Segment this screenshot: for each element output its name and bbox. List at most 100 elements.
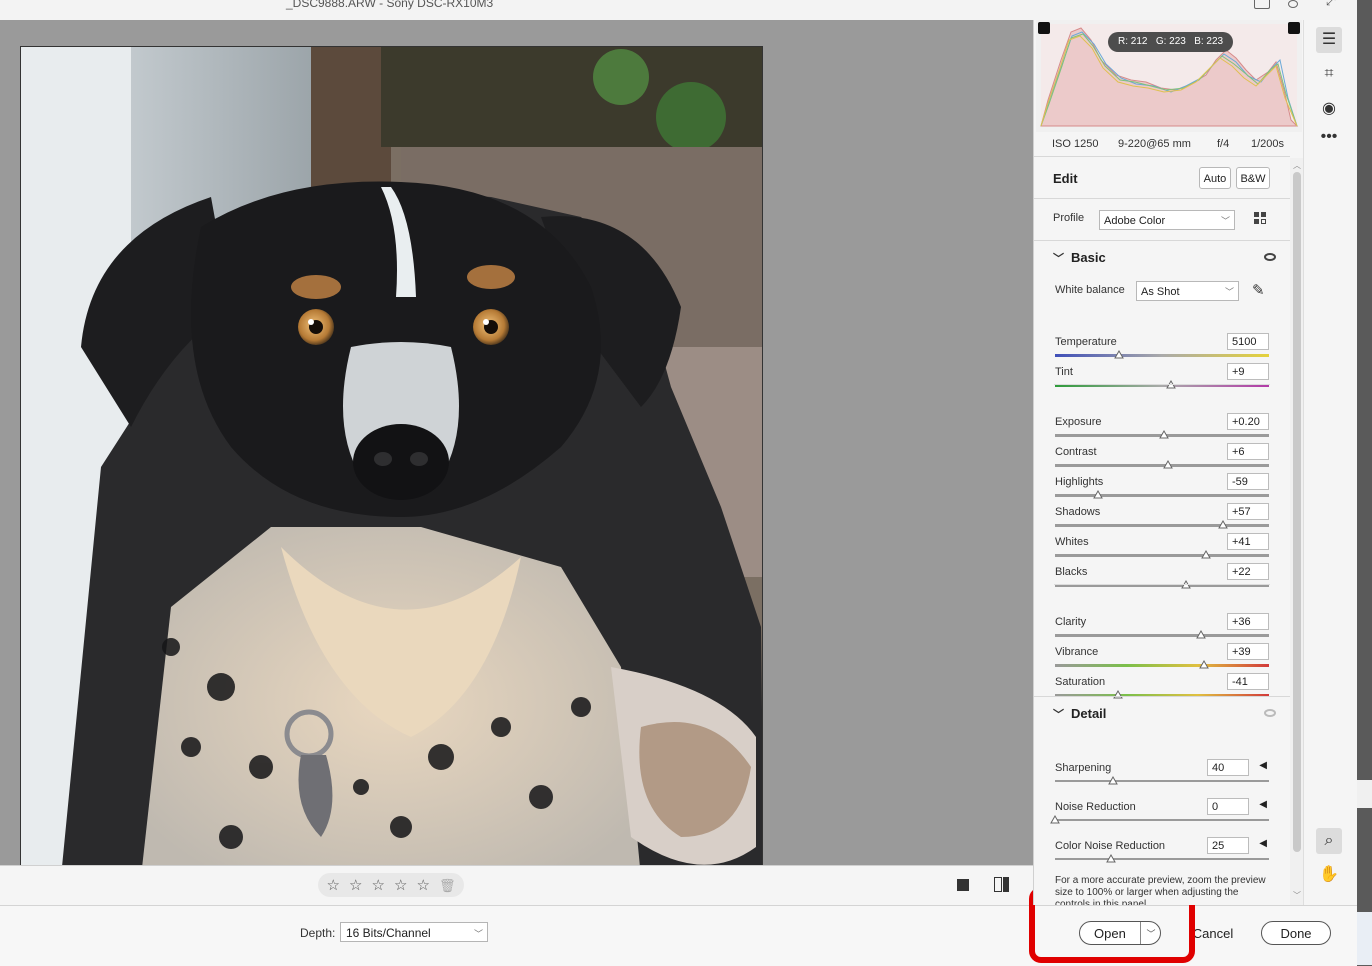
compare-view-icon[interactable]: [994, 877, 1010, 892]
crop-icon[interactable]: ⌗: [1316, 61, 1342, 87]
slider-thumb[interactable]: [1159, 430, 1169, 439]
slider-track[interactable]: [1055, 634, 1269, 637]
slider-track[interactable]: [1055, 858, 1269, 860]
slider-thumb[interactable]: [1114, 350, 1125, 359]
expand-triangle-icon[interactable]: ◀: [1259, 838, 1267, 849]
slider-highlights[interactable]: Highlights -59: [1055, 473, 1269, 506]
single-view-icon[interactable]: [957, 879, 969, 891]
save-icon[interactable]: [1254, 0, 1270, 9]
slider-thumb[interactable]: [1050, 815, 1060, 824]
slider-sharpening[interactable]: Sharpening 40 ◀: [1055, 759, 1269, 792]
scroll-down-icon[interactable]: ﹀: [1293, 890, 1301, 901]
slider-track[interactable]: [1055, 354, 1269, 357]
auto-button[interactable]: Auto: [1199, 167, 1231, 189]
rating-bar: [0, 865, 1033, 906]
slider-value-field[interactable]: 25: [1207, 837, 1249, 854]
slider-value-field[interactable]: -41: [1227, 673, 1269, 690]
exif-info: ISO 1250 9-220@65 mm f/4 1/200s: [1034, 132, 1304, 156]
slider-label: Noise Reduction: [1055, 801, 1136, 813]
star-icon[interactable]: ☆: [349, 878, 362, 893]
star-icon[interactable]: ☆: [394, 878, 407, 893]
expand-triangle-icon[interactable]: ◀: [1259, 799, 1267, 810]
slider-thumb[interactable]: [1195, 630, 1206, 639]
expand-triangle-icon[interactable]: ◀: [1259, 760, 1267, 771]
slider-noise-reduction[interactable]: Noise Reduction 0 ◀: [1050, 798, 1269, 831]
chevron-down-icon: ﹀: [473, 929, 483, 939]
slider-shadows[interactable]: Shadows +57: [1055, 503, 1269, 536]
scroll-up-icon[interactable]: ︿: [1293, 160, 1301, 171]
panel-scrollbar[interactable]: ︿ ﹀: [1290, 158, 1304, 905]
slider-thumb[interactable]: [1163, 460, 1174, 469]
slider-value-field[interactable]: +0.20: [1227, 413, 1269, 430]
photo-preview: [20, 46, 763, 877]
profile-label: Profile: [1053, 212, 1085, 224]
slider-value-field[interactable]: +57: [1227, 503, 1269, 520]
slider-exposure[interactable]: Exposure +0.20: [1055, 413, 1269, 446]
slider-track[interactable]: [1055, 819, 1269, 821]
slider-value-field[interactable]: 0: [1207, 798, 1249, 815]
profile-value: Adobe Color: [1104, 215, 1166, 227]
slider-track[interactable]: [1055, 780, 1269, 782]
exif-lens: 9-220@65 mm: [1118, 138, 1191, 150]
slider-thumb[interactable]: [1113, 690, 1123, 699]
trash-icon[interactable]: 🗑: [439, 879, 456, 892]
slider-track[interactable]: [1055, 554, 1269, 557]
slider-tint[interactable]: Tint +9: [1055, 363, 1269, 396]
slider-value-field[interactable]: +36: [1227, 613, 1269, 630]
slider-value-field[interactable]: 40: [1207, 759, 1249, 776]
star-rating[interactable]: ☆ ☆ ☆ ☆ ☆ 🗑: [318, 873, 464, 897]
zoom-icon[interactable]: ⌕: [1316, 828, 1342, 854]
slider-track[interactable]: [1055, 464, 1269, 467]
slider-label: Shadows: [1055, 506, 1101, 518]
slider-value-field[interactable]: +9: [1227, 363, 1269, 380]
slider-track[interactable]: [1055, 664, 1269, 667]
slider-color-noise-reduction[interactable]: Color Noise Reduction 25 ◀: [1055, 837, 1269, 870]
hand-icon[interactable]: ✋: [1316, 862, 1342, 888]
slider-vibrance[interactable]: Vibrance +39: [1055, 643, 1269, 676]
slider-clarity[interactable]: Clarity +36: [1055, 613, 1269, 646]
done-button[interactable]: Done: [1261, 921, 1331, 945]
eyedropper-icon[interactable]: ✎: [1252, 281, 1265, 299]
star-icon[interactable]: ☆: [371, 878, 384, 893]
star-icon[interactable]: ☆: [416, 878, 429, 893]
divider: [1054, 384, 1270, 385]
slider-value-field[interactable]: +41: [1227, 533, 1269, 550]
depth-select[interactable]: 16 Bits/Channel ﹀: [340, 922, 488, 942]
slider-thumb[interactable]: [1105, 854, 1116, 863]
slider-value-field[interactable]: 5100: [1227, 333, 1269, 350]
slider-blacks[interactable]: Blacks +22: [1055, 563, 1269, 596]
slider-value-field[interactable]: +39: [1227, 643, 1269, 660]
star-icon[interactable]: ☆: [327, 878, 340, 893]
detail-section-header[interactable]: ﹀ Detail: [1053, 706, 1106, 722]
slider-saturation[interactable]: Saturation -41: [1055, 673, 1269, 706]
basic-section-header[interactable]: ﹀ Basic: [1053, 250, 1106, 266]
eye-icon[interactable]: [1264, 709, 1276, 717]
scrollbar-thumb[interactable]: [1293, 172, 1301, 852]
fullscreen-icon[interactable]: ⤢: [1326, 0, 1336, 9]
slider-thumb[interactable]: [1198, 660, 1209, 669]
slider-contrast[interactable]: Contrast +6: [1055, 443, 1269, 476]
slider-whites[interactable]: Whites +41: [1055, 533, 1269, 566]
white-balance-select[interactable]: As Shot ﹀: [1136, 281, 1239, 301]
profile-select[interactable]: Adobe Color ﹀: [1099, 210, 1235, 230]
slider-label: Vibrance: [1055, 646, 1099, 658]
slider-thumb[interactable]: [1092, 490, 1103, 499]
b-value: B: 223: [1194, 36, 1224, 47]
slider-thumb[interactable]: [1218, 520, 1228, 529]
slider-thumb[interactable]: [1200, 550, 1211, 559]
slider-value-field[interactable]: +6: [1227, 443, 1269, 460]
slider-track[interactable]: [1055, 494, 1269, 497]
slider-thumb[interactable]: [1107, 776, 1118, 785]
redeye-icon[interactable]: ◉: [1316, 96, 1342, 122]
slider-value-field[interactable]: -59: [1227, 473, 1269, 490]
slider-temperature[interactable]: Temperature 5100: [1055, 333, 1269, 366]
edit-sliders-icon[interactable]: ☰: [1316, 27, 1342, 53]
eye-icon[interactable]: [1264, 253, 1276, 261]
slider-value-field[interactable]: +22: [1227, 563, 1269, 580]
profile-browser-icon[interactable]: [1254, 212, 1268, 226]
bw-button[interactable]: B&W: [1236, 167, 1270, 189]
histogram: R: 212 G: 223 B: 223: [1036, 20, 1302, 132]
slider-track[interactable]: [1055, 524, 1269, 527]
gear-icon[interactable]: [1288, 0, 1298, 8]
more-options-icon[interactable]: •••: [1316, 124, 1342, 150]
